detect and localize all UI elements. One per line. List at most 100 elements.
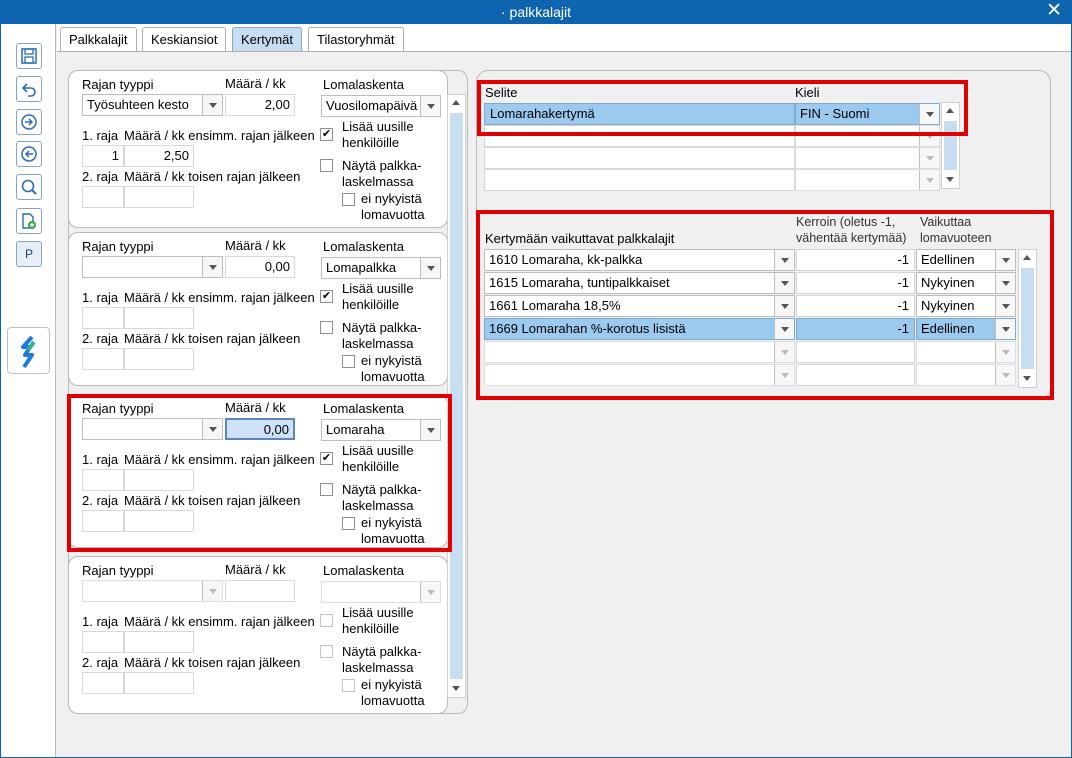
chevron-down-icon[interactable] [995,296,1015,316]
kerroin-cell[interactable]: -1 [796,249,915,271]
tab-keskiansiot[interactable]: Keskiansiot [142,27,227,52]
scroll-up-icon[interactable] [942,103,959,119]
chevron-down-icon[interactable] [774,342,794,362]
rajan-tyyppi-select[interactable]: Työsuhteen kesto [82,94,223,116]
chevron-down-icon[interactable] [995,342,1015,362]
palkkalaji-select[interactable]: 1615 Lomaraha, tuntipalkkaiset [484,272,795,294]
chevron-down-icon[interactable] [995,250,1015,270]
chevron-down-icon[interactable] [202,257,222,277]
scroll-thumb[interactable] [450,113,463,679]
undo-icon[interactable] [16,76,42,102]
maara-kk-input[interactable] [225,580,295,602]
scroll-thumb[interactable] [1021,268,1034,369]
rajan-tyyppi-select[interactable] [82,580,223,602]
rajan-tyyppi-select[interactable] [82,256,223,278]
close-icon[interactable]: ✕ [1046,1,1062,21]
tab-kertymat[interactable]: Kertymät [232,27,303,52]
raja2-input[interactable] [82,348,124,370]
maara-ensimm-input[interactable] [124,469,194,491]
chevron-down-icon[interactable] [774,296,794,316]
chevron-down-icon[interactable] [774,365,794,385]
lisaa-checkbox[interactable]: ✔ [320,128,333,141]
selite-cell[interactable] [484,147,795,169]
raja2-input[interactable] [82,510,124,532]
chevron-down-icon[interactable] [774,319,794,339]
chevron-down-icon[interactable] [202,95,222,115]
maara-toisen-input[interactable] [124,510,194,532]
maara-ensimm-input[interactable]: 2,50 [124,145,194,167]
app-logo-icon[interactable] [7,327,50,374]
maara-toisen-input[interactable] [124,672,194,694]
palkkalaji-select[interactable] [484,364,795,386]
save-icon[interactable] [16,43,42,69]
chevron-down-icon[interactable] [420,258,440,278]
chevron-down-icon[interactable] [202,419,222,439]
scroll-down-icon[interactable] [1019,371,1036,387]
chevron-down-icon[interactable] [420,96,440,116]
p-button[interactable]: P [16,241,42,267]
maara-kk-input[interactable]: 2,00 [225,94,295,116]
lomalaskenta-select[interactable]: Lomaraha [321,419,441,441]
raja1-input[interactable]: 1 [82,145,124,167]
kertyma-scrollbar[interactable] [1018,249,1037,388]
chevron-down-icon[interactable] [995,365,1015,385]
maara-ensimm-input[interactable] [124,307,194,329]
vaikuttaa-select[interactable]: Edellinen [916,318,1016,340]
chevron-down-icon[interactable] [919,126,939,146]
rajan-tyyppi-select[interactable] [82,418,223,440]
raja2-input[interactable] [82,672,124,694]
lisaa-checkbox[interactable]: ✔ [320,290,333,303]
palkkalaji-select[interactable]: 1669 Lomarahan %-korotus lisistä [484,318,795,340]
kieli-select[interactable]: FIN - Suomi [795,103,940,125]
scroll-up-icon[interactable] [448,95,465,111]
kieli-select[interactable] [795,125,940,147]
chevron-down-icon[interactable] [202,581,222,601]
selite-scrollbar[interactable] [941,102,960,189]
raja1-input[interactable] [82,631,124,653]
raja1-input[interactable] [82,307,124,329]
tab-palkkalajit[interactable]: Palkkalajit [60,27,137,52]
lomalaskenta-select[interactable] [321,581,441,603]
scroll-down-icon[interactable] [448,681,465,697]
nayta-checkbox[interactable] [320,321,333,334]
selite-cell[interactable] [484,125,795,147]
maara-ensimm-input[interactable] [124,631,194,653]
next-icon[interactable] [16,109,42,135]
maara-toisen-input[interactable] [124,348,194,370]
kieli-select[interactable] [795,147,940,169]
chevron-down-icon[interactable] [919,170,939,190]
accrual-scrollbar[interactable] [447,94,466,698]
raja2-input[interactable] [82,186,124,208]
ei-nykyista-checkbox[interactable] [342,517,355,530]
vaikuttaa-select[interactable] [916,341,1016,363]
chevron-down-icon[interactable] [995,319,1015,339]
vaikuttaa-select[interactable]: Edellinen [916,249,1016,271]
nayta-checkbox[interactable] [320,483,333,496]
kerroin-cell[interactable] [796,364,915,386]
new-document-icon[interactable] [16,208,42,234]
chevron-down-icon[interactable] [774,250,794,270]
tab-tilastoryhmat[interactable]: Tilastoryhmät [308,27,404,52]
lomalaskenta-select[interactable]: Lomapalkka [321,257,441,279]
lisaa-checkbox[interactable]: ✔ [320,452,333,465]
selite-cell[interactable] [484,169,795,191]
ei-nykyista-checkbox[interactable] [342,355,355,368]
chevron-down-icon[interactable] [919,148,939,168]
selite-cell[interactable]: Lomarahakertymä [484,103,795,125]
vaikuttaa-select[interactable]: Nykyinen [916,295,1016,317]
chevron-down-icon[interactable] [420,420,440,440]
nayta-checkbox[interactable] [320,159,333,172]
maara-kk-input[interactable]: 0,00 [225,418,295,440]
ei-nykyista-checkbox[interactable] [342,193,355,206]
kerroin-cell[interactable] [796,341,915,363]
scroll-up-icon[interactable] [1019,250,1036,266]
scroll-down-icon[interactable] [942,172,959,188]
ei-nykyista-checkbox[interactable] [342,679,355,692]
vaikuttaa-select[interactable]: Nykyinen [916,272,1016,294]
chevron-down-icon[interactable] [774,273,794,293]
kieli-select[interactable] [795,169,940,191]
palkkalaji-select[interactable]: 1661 Lomaraha 18,5% [484,295,795,317]
lomalaskenta-select[interactable]: Vuosilomapäivä [321,95,441,117]
chevron-down-icon[interactable] [420,582,440,602]
search-icon[interactable] [16,174,42,200]
